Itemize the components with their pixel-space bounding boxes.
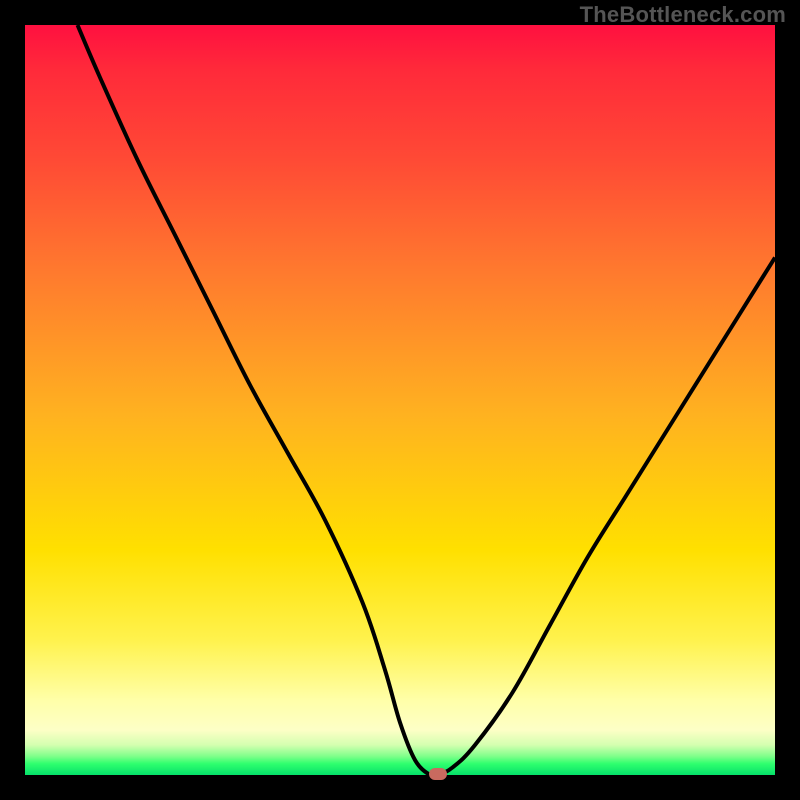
gradient-plot-area — [25, 25, 775, 775]
curve-line — [78, 25, 776, 775]
outer-frame: TheBottleneck.com — [0, 0, 800, 800]
minimum-marker — [429, 768, 447, 780]
bottleneck-curve — [25, 25, 775, 775]
